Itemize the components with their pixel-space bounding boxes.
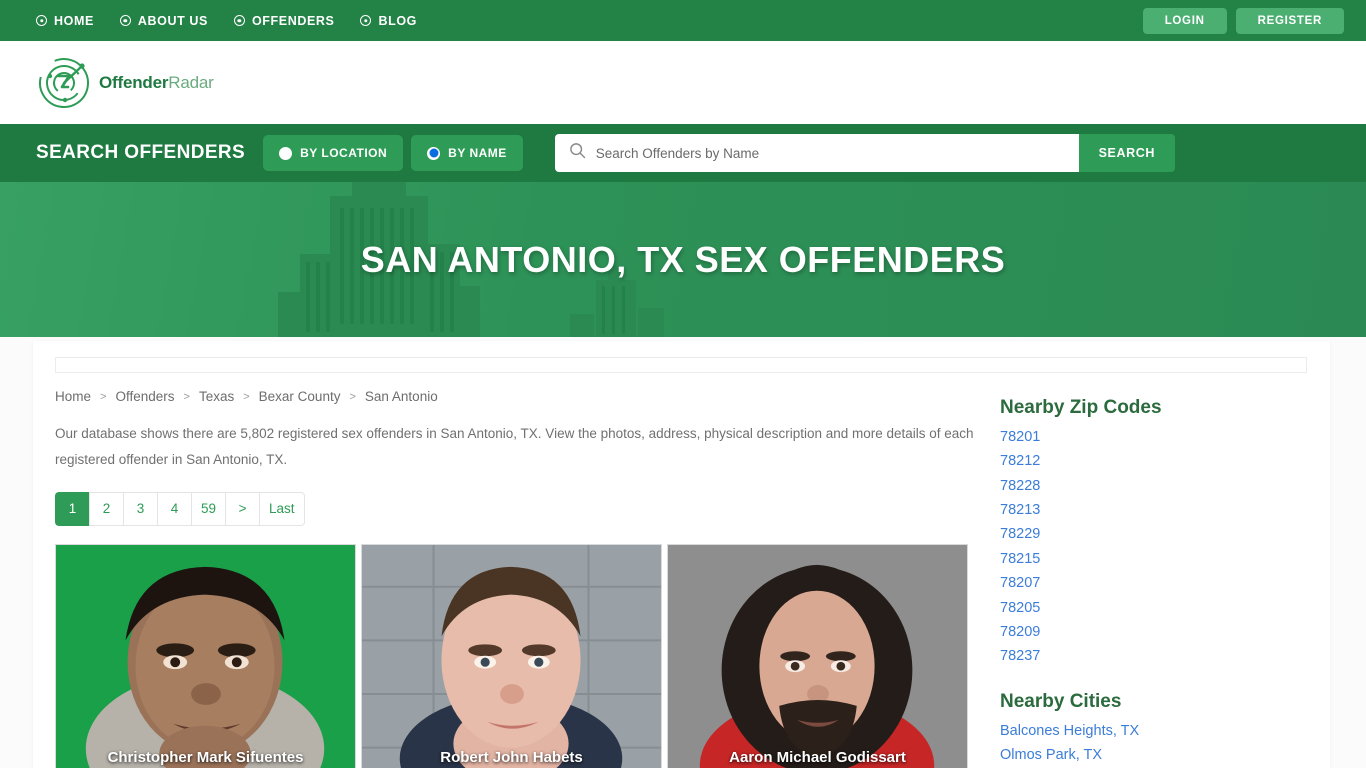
search-mode-group: BY LOCATION BY NAME — [263, 135, 523, 171]
brand-name-bold: Offender — [99, 72, 169, 92]
radio-selected-icon — [427, 146, 441, 160]
zip-code-link[interactable]: 78229 — [1000, 522, 1313, 546]
main-nav: HOME ABOUT US OFFENDERS BLOG — [36, 14, 417, 28]
breadcrumb-item-home[interactable]: Home — [55, 389, 91, 404]
city-link[interactable]: Olmos Park, TX — [1000, 743, 1313, 767]
brand-header: OffenderRadar — [0, 41, 1366, 124]
breadcrumb-item-offenders[interactable]: Offenders — [115, 389, 174, 404]
zip-code-link[interactable]: 78228 — [1000, 474, 1313, 498]
search-mode-label: BY LOCATION — [300, 146, 388, 160]
nav-item-about-us[interactable]: ABOUT US — [119, 13, 208, 28]
offender-card[interactable]: Robert John Habets Reported Address - Ou… — [361, 543, 662, 768]
city-link[interactable]: Balcones Heights, TX — [1000, 719, 1313, 743]
search-mode-by-name[interactable]: BY NAME — [411, 135, 523, 171]
search-form: SEARCH — [554, 134, 1175, 172]
zip-code-link[interactable]: 78237 — [1000, 644, 1313, 668]
offender-mugshot — [668, 544, 967, 768]
nearby-cities-heading: Nearby Cities — [1000, 690, 1122, 712]
login-button[interactable]: LOGIN — [1142, 7, 1227, 34]
page-link-next[interactable]: > — [225, 491, 260, 526]
auth-actions: LOGIN REGISTER — [1142, 0, 1344, 41]
zip-code-link[interactable]: 78213 — [1000, 498, 1313, 522]
offender-card-grid: Christopher Mark Sifuentes 122 Menlo Blv… — [55, 543, 983, 768]
hero-banner: SAN ANTONIO, TX SEX OFFENDERS — [0, 182, 1366, 337]
brand-name: OffenderRadar — [99, 73, 214, 93]
offender-name: Christopher Mark Sifuentes — [107, 749, 304, 767]
radar-logo-icon — [38, 57, 90, 109]
target-dot-icon — [119, 15, 131, 26]
zip-code-link[interactable]: 78212 — [1000, 449, 1313, 473]
chevron-right-icon: > — [100, 390, 107, 403]
zip-code-link[interactable]: 78201 — [1000, 425, 1313, 449]
register-button[interactable]: REGISTER — [1235, 7, 1344, 34]
nav-label: ABOUT US — [137, 13, 208, 28]
search-bar: SEARCH OFFENDERS BY LOCATION BY NAME SEA… — [0, 124, 1366, 182]
zip-code-link[interactable]: 78215 — [1000, 547, 1313, 571]
offender-mugshot — [362, 544, 661, 768]
page-link-2[interactable]: 2 — [89, 491, 123, 526]
offender-caption: Aaron Michael Godissart Reported Address… — [668, 747, 967, 768]
breadcrumb: Home > Offenders > Texas > Bexar County … — [55, 389, 983, 404]
nav-item-blog[interactable]: BLOG — [360, 14, 417, 28]
nav-item-offenders[interactable]: OFFENDERS — [233, 13, 335, 28]
zip-code-link[interactable]: 78205 — [1000, 596, 1313, 620]
target-dot-icon — [233, 15, 245, 26]
offender-mugshot — [56, 544, 355, 768]
offender-name: Aaron Michael Godissart — [729, 749, 906, 767]
nav-label: BLOG — [378, 13, 417, 28]
search-field-wrapper — [554, 134, 1079, 172]
chevron-right-icon: > — [183, 390, 190, 403]
top-navigation-bar: HOME ABOUT US OFFENDERS BLOG LOGIN REGIS… — [0, 0, 1366, 41]
brand-name-light: Radar — [168, 72, 214, 92]
offender-card[interactable]: Christopher Mark Sifuentes 122 Menlo Blv… — [55, 543, 356, 768]
zip-code-link[interactable]: 78207 — [1000, 571, 1313, 595]
nav-label: OFFENDERS — [251, 13, 335, 28]
page-link-1[interactable]: 1 — [55, 491, 89, 526]
page-link-last[interactable]: Last — [259, 491, 305, 526]
search-bar-title: SEARCH OFFENDERS — [36, 142, 246, 163]
nav-item-home[interactable]: HOME — [36, 14, 94, 28]
breadcrumb-item-bexar-county[interactable]: Bexar County — [259, 389, 341, 404]
nav-label: HOME — [54, 13, 94, 28]
offender-card[interactable]: Aaron Michael Godissart Reported Address… — [667, 543, 968, 768]
sidebar: Nearby Zip Codes 78201 78212 78228 78213… — [983, 341, 1313, 768]
search-input[interactable] — [595, 145, 1065, 161]
target-dot-icon — [360, 15, 372, 26]
search-submit-button[interactable]: SEARCH — [1078, 134, 1175, 172]
search-icon — [569, 142, 586, 164]
content-card: Home > Offenders > Texas > Bexar County … — [33, 341, 1330, 768]
page-link-3[interactable]: 3 — [123, 491, 157, 526]
page-description: Our database shows there are 5,802 regis… — [55, 426, 974, 468]
breadcrumb-item-san-antonio[interactable]: San Antonio — [365, 389, 438, 404]
nearby-zip-codes-heading: Nearby Zip Codes — [1000, 397, 1162, 418]
chevron-right-icon: > — [349, 390, 356, 403]
radio-unselected-icon — [279, 146, 293, 160]
target-dot-icon — [36, 15, 47, 26]
offender-caption: Christopher Mark Sifuentes 122 Menlo Blv… — [56, 747, 355, 768]
chevron-right-icon: > — [243, 390, 250, 403]
brand-logo-link[interactable]: OffenderRadar — [38, 57, 214, 109]
zip-code-link[interactable]: 78209 — [1000, 620, 1313, 644]
search-mode-label: BY NAME — [448, 146, 507, 160]
page-link-4[interactable]: 4 — [157, 491, 191, 526]
pagination: 1 2 3 4 59 > Last — [55, 491, 983, 526]
page-title: SAN ANTONIO, TX SEX OFFENDERS — [360, 238, 1006, 280]
page-background: Home > Offenders > Texas > Bexar County … — [0, 337, 1366, 768]
main-column: Home > Offenders > Texas > Bexar County … — [33, 341, 1307, 768]
offender-caption: Robert John Habets Reported Address - Ou… — [362, 747, 661, 768]
search-mode-by-location[interactable]: BY LOCATION — [263, 135, 404, 171]
page-link-59[interactable]: 59 — [191, 491, 226, 526]
breadcrumb-item-texas[interactable]: Texas — [199, 389, 234, 404]
offender-name: Robert John Habets — [440, 749, 583, 767]
